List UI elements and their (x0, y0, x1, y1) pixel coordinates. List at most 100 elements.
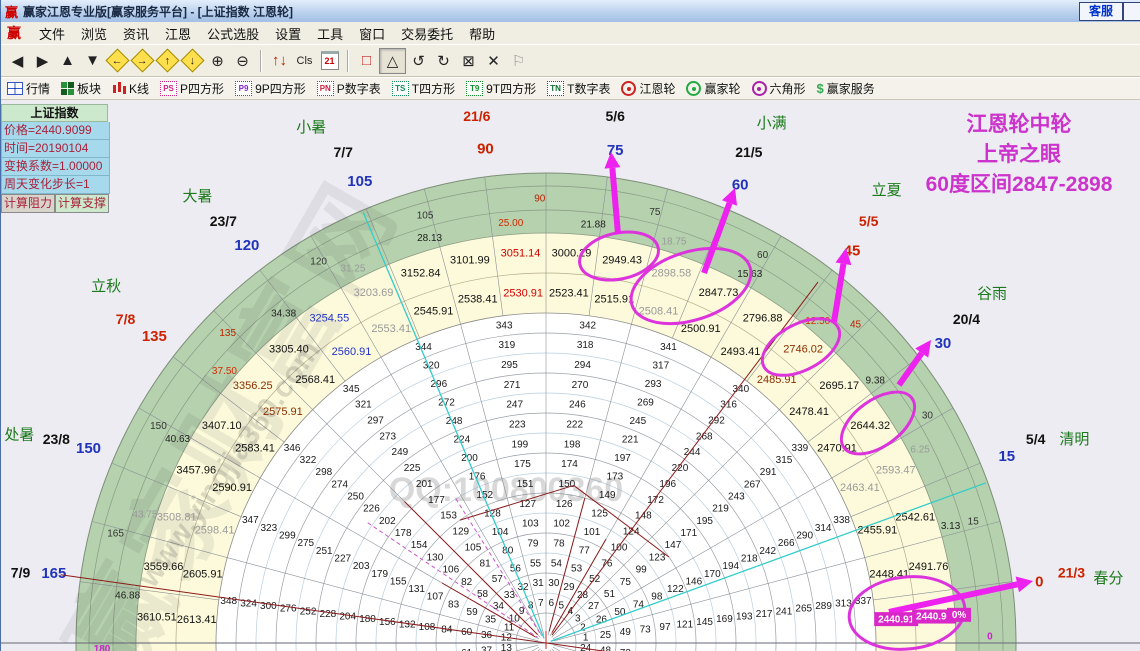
pointer-up-icon[interactable]: ▲ (55, 49, 80, 73)
pan-left-icon[interactable]: ← (105, 48, 130, 73)
cross-icon[interactable]: ✕ (481, 49, 506, 73)
index-info-panel: 上证指数 价格=2440.9099 时间=20190104 变换系数=1.00000… (1, 104, 110, 213)
menu-item-4[interactable]: 公式选股 (199, 22, 267, 45)
ribbon-item-6[interactable]: TS T四方形 (391, 80, 455, 97)
menu-item-0[interactable]: 文件 (31, 22, 73, 45)
svg-text:48: 48 (600, 645, 612, 651)
svg-text:204: 204 (339, 612, 356, 623)
window-title: 赢家江恩专业版[赢家服务平台] - [上证指数 江恩轮] (23, 4, 293, 19)
pan-down-icon[interactable]: ↓ (180, 48, 205, 73)
svg-text:203: 203 (353, 561, 370, 572)
svg-text:60: 60 (757, 250, 769, 261)
svg-text:127: 127 (519, 499, 536, 510)
cls-button[interactable]: Cls (292, 49, 317, 73)
svg-text:344: 344 (415, 342, 432, 353)
ribbon-item-label: 9T四方形 (486, 82, 537, 96)
badge-PN-icon: PN (316, 81, 334, 96)
ribbon-item-12[interactable]: $ 赢家服务 (817, 80, 875, 97)
menu-item-7[interactable]: 窗口 (351, 22, 393, 45)
svg-text:195: 195 (696, 516, 713, 527)
svg-text:2508.41: 2508.41 (639, 305, 679, 317)
zoom-out-icon[interactable]: ⊖ (230, 49, 255, 73)
svg-text:25: 25 (600, 630, 612, 641)
menu-item-2[interactable]: 资讯 (115, 22, 157, 45)
forward-icon[interactable]: ▶ (30, 49, 55, 73)
svg-text:150: 150 (150, 421, 167, 432)
ribbon-item-5[interactable]: PN P数字表 (316, 80, 381, 97)
zoom-in-icon[interactable]: ⊕ (205, 49, 230, 73)
ribbon-item-label: 江恩轮 (639, 82, 676, 96)
ribbon-item-3[interactable]: PS P四方形 (160, 80, 224, 97)
svg-text:75: 75 (620, 577, 632, 588)
svg-text:7/8: 7/8 (116, 311, 136, 327)
ribbon-item-0[interactable]: 行情 (7, 80, 50, 97)
menu-item-8[interactable]: 交易委托 (393, 22, 461, 45)
svg-text:6: 6 (548, 598, 554, 609)
customer-service-button[interactable]: 客服 (1078, 2, 1123, 21)
gann-wheel-svg[interactable]: 赢家财富网www.yingjia360.comQQ:10080036012345… (1, 100, 1140, 651)
svg-text:267: 267 (744, 479, 761, 490)
svg-text:223: 223 (509, 420, 526, 431)
calendar-icon[interactable]: 21 (317, 49, 342, 73)
svg-text:252: 252 (300, 606, 317, 617)
svg-text:249: 249 (392, 447, 409, 458)
menu-item-5[interactable]: 设置 (267, 22, 309, 45)
triangle-tool-icon[interactable]: △ (379, 47, 406, 74)
pan-up-icon[interactable]: ↑ (155, 48, 180, 73)
svg-text:222: 222 (566, 420, 583, 431)
ribbon-item-4[interactable]: P9 9P四方形 (235, 80, 306, 97)
svg-text:27: 27 (588, 601, 600, 612)
svg-text:54: 54 (551, 558, 563, 569)
svg-text:2605.91: 2605.91 (183, 569, 223, 581)
menu-item-3[interactable]: 江恩 (157, 22, 199, 45)
ribbon-item-label: 六角形 (769, 82, 806, 96)
svg-text:297: 297 (367, 416, 384, 427)
svg-text:315: 315 (776, 455, 793, 466)
svg-text:170: 170 (704, 569, 721, 580)
svg-text:2560.91: 2560.91 (332, 346, 372, 358)
updown-icon[interactable]: ↑↓ (267, 49, 292, 73)
arc-ccw-icon[interactable]: ↺ (406, 49, 431, 73)
ribbon-item-2[interactable]: K线 (112, 80, 149, 97)
svg-text:197: 197 (614, 453, 631, 464)
arc-cw-icon[interactable]: ↻ (431, 49, 456, 73)
flag-icon[interactable]: ⚐ (506, 49, 531, 73)
ribbon-item-10[interactable]: 赢家轮 (686, 80, 741, 97)
toolbar-separator (347, 49, 349, 72)
pointer-down-icon[interactable]: ▼ (80, 49, 105, 73)
badge-P9-icon: P9 (235, 81, 253, 96)
ribbon-item-7[interactable]: T9 9T四方形 (466, 80, 536, 97)
svg-text:3305.40: 3305.40 (269, 344, 309, 356)
rect-tool-icon[interactable]: □ (354, 49, 379, 73)
svg-text:102: 102 (553, 519, 570, 530)
svg-text:3559.66: 3559.66 (144, 561, 184, 573)
menu-item-9[interactable]: 帮助 (461, 22, 503, 45)
svg-text:45: 45 (850, 319, 862, 330)
svg-text:251: 251 (316, 546, 333, 557)
svg-text:105: 105 (465, 542, 482, 553)
gann-wheel-chart[interactable]: 赢家财富网www.yingjia360.comQQ:10080036012345… (1, 100, 1140, 651)
svg-text:15: 15 (998, 448, 1015, 465)
svg-text:3508.81: 3508.81 (157, 512, 197, 524)
ribbon-item-1[interactable]: 板块 (61, 80, 101, 97)
svg-text:32: 32 (517, 582, 529, 593)
svg-text:77: 77 (579, 545, 591, 556)
svg-text:2644.32: 2644.32 (850, 420, 890, 432)
pan-right-icon[interactable]: → (130, 48, 155, 73)
svg-text:90: 90 (534, 194, 546, 205)
clipped-button[interactable] (1123, 2, 1140, 21)
svg-text:QQ:100800360: QQ:100800360 (389, 471, 623, 509)
menu-item-1[interactable]: 浏览 (73, 22, 115, 45)
ribbon-item-11[interactable]: 六角形 (751, 80, 806, 97)
svg-text:225: 225 (404, 463, 421, 474)
calc-support-button[interactable]: 计算支撑 (55, 194, 109, 213)
ribbon-item-9[interactable]: 江恩轮 (621, 80, 675, 97)
svg-text:3254.55: 3254.55 (309, 313, 349, 325)
menu-item-6[interactable]: 工具 (309, 22, 351, 45)
svg-text:5/6: 5/6 (605, 108, 625, 124)
ribbon-item-8[interactable]: TN T数字表 (547, 80, 610, 97)
svg-text:193: 193 (736, 612, 753, 623)
calc-resistance-button[interactable]: 计算阻力 (1, 194, 55, 213)
xbox-icon[interactable]: ⊠ (456, 49, 481, 73)
back-icon[interactable]: ◀ (5, 49, 30, 73)
